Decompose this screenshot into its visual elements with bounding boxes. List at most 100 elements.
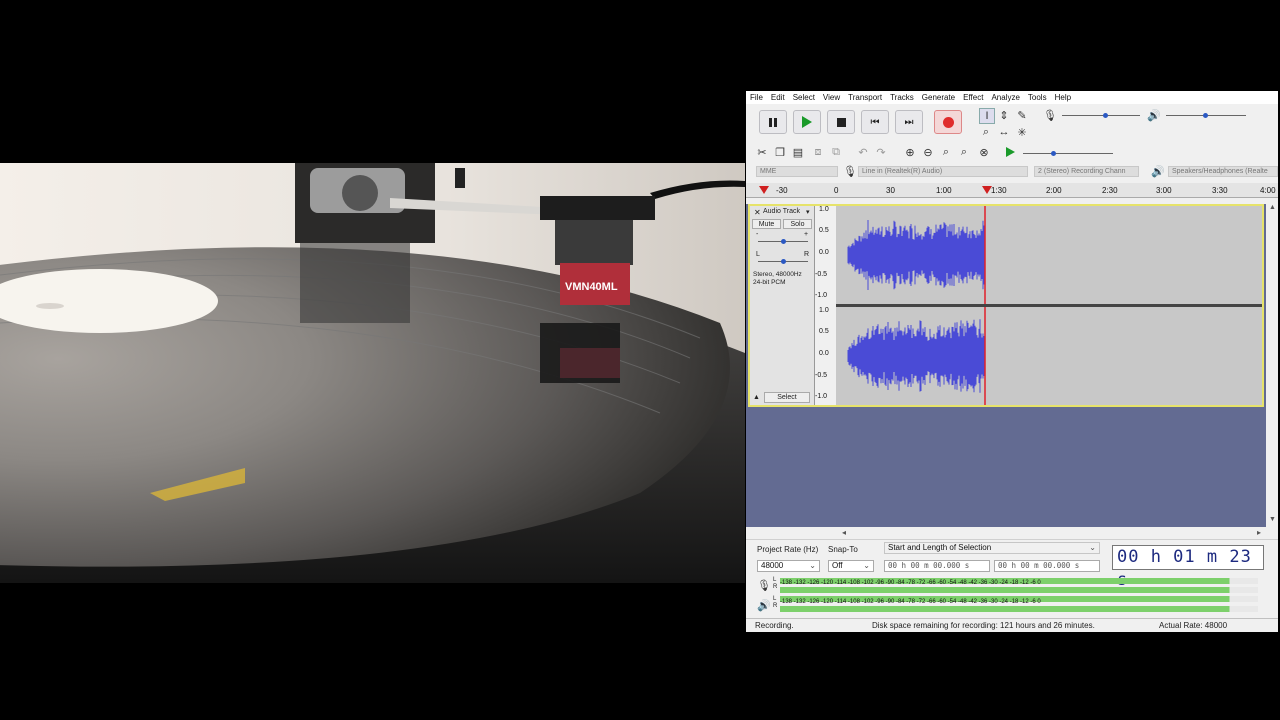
track-control-panel: ✕ Audio Track ▾ Mute Solo - + L R Stereo… [750, 206, 815, 405]
zoom-out-icon[interactable]: ⊖ [921, 145, 935, 159]
vertical-scrollbar[interactable]: ▲ ▼ [1266, 204, 1278, 527]
recording-device-select[interactable]: Line in (Realtek(R) Audio) [858, 166, 1028, 177]
recording-volume-slider[interactable] [1062, 115, 1140, 116]
collapse-track-icon[interactable]: ▲ [753, 394, 760, 401]
selection-start-field[interactable]: 00 h 00 m 00.000 s [884, 560, 990, 572]
solo-button[interactable]: Solo [783, 219, 812, 229]
play-button[interactable] [793, 110, 821, 134]
record-meter-right-bar[interactable] [780, 587, 1258, 593]
skip-to-start-button[interactable]: ⏮ [861, 110, 889, 134]
menu-help[interactable]: Help [1055, 93, 1071, 102]
status-state: Recording. [755, 621, 794, 630]
playback-meter-left-label: L [773, 596, 777, 602]
playback-meter-right-bar[interactable] [780, 606, 1258, 612]
ruler-tick: 3:30 [1212, 186, 1228, 195]
pause-button[interactable] [759, 110, 787, 134]
paste-icon[interactable]: ▤ [791, 145, 805, 159]
menu-view[interactable]: View [823, 93, 840, 102]
zoom-tool-icon[interactable]: ⌕ [979, 125, 993, 139]
fit-project-icon[interactable]: ⌕ [957, 145, 971, 159]
turntable-image: VMN40ML [0, 163, 745, 583]
menu-file[interactable]: File [750, 93, 763, 102]
waveform-right-svg [847, 307, 986, 405]
stop-button[interactable] [827, 110, 855, 134]
menu-edit[interactable]: Edit [771, 93, 785, 102]
play-at-speed-button[interactable] [1003, 145, 1017, 159]
track-select-button[interactable]: Select [764, 392, 810, 403]
time-display[interactable]: 00 h 01 m 23 s [1112, 545, 1264, 590]
selection-mode-select[interactable]: Start and Length of Selection ⌄ [884, 542, 1100, 554]
ruler-tick: -30 [776, 186, 788, 195]
waveform-left-channel[interactable] [836, 206, 1262, 304]
playback-meter-right-label: R [773, 603, 778, 609]
record-meter-left-label: L [773, 577, 777, 583]
menu-generate[interactable]: Generate [922, 93, 955, 102]
ruler-tick: 2:00 [1046, 186, 1062, 195]
audacity-window: File Edit Select View Transport Tracks G… [746, 91, 1278, 632]
scroll-right-icon[interactable]: ▸ [1257, 528, 1261, 537]
play-at-speed-icon [1005, 147, 1015, 157]
draw-tool-icon[interactable]: ✎ [1015, 108, 1029, 122]
envelope-tool-icon[interactable]: ⇕ [997, 108, 1011, 122]
vertical-scale-right-channel: 1.0 0.5 0.0 -0.5 -1.0 [815, 307, 829, 400]
track-menu-chevron-down-icon[interactable]: ▾ [806, 208, 810, 216]
play-speed-slider[interactable] [1023, 153, 1113, 154]
recording-volume-knob[interactable] [1103, 113, 1108, 118]
zoom-toggle-icon[interactable]: ⊗ [977, 145, 991, 159]
menu-analyze[interactable]: Analyze [991, 93, 1019, 102]
skip-start-icon: ⏮ [870, 116, 880, 128]
channels-select[interactable]: 2 (Stereo) Recording Chann [1034, 166, 1139, 177]
record-icon [942, 116, 954, 128]
horizontal-scrollbar[interactable]: ◂ ▸ [746, 528, 1266, 538]
close-track-icon[interactable]: ✕ [754, 208, 761, 217]
scroll-down-icon[interactable]: ▼ [1269, 516, 1276, 523]
playback-device-icon: 🔊 [1151, 165, 1165, 178]
trim-icon[interactable]: ⧈ [811, 145, 825, 159]
track-name-menu[interactable]: Audio Track [763, 208, 800, 215]
pause-icon [769, 117, 777, 127]
selection-mode-chevron-down-icon: ⌄ [1089, 543, 1096, 552]
menu-select[interactable]: Select [793, 93, 815, 102]
waveform-right-channel[interactable] [836, 307, 1262, 405]
playback-volume-knob[interactable] [1203, 113, 1208, 118]
turntable-video: VMN40ML [0, 163, 745, 583]
ruler-play-head-icon [759, 186, 769, 194]
zoom-in-icon[interactable]: ⊕ [903, 145, 917, 159]
cut-icon[interactable]: ✂ [755, 145, 769, 159]
playback-meter-speaker-icon[interactable]: 🔊 [757, 598, 771, 612]
scroll-up-icon[interactable]: ▲ [1269, 204, 1276, 211]
selection-length-field[interactable]: 00 h 00 m 00.000 s [994, 560, 1100, 572]
playback-device-select[interactable]: Speakers/Headphones (Realte [1168, 166, 1278, 177]
skip-to-end-button[interactable]: ⏭ [895, 110, 923, 134]
skip-end-icon: ⏭ [904, 116, 914, 128]
gain-knob[interactable] [781, 239, 786, 244]
audio-host-select[interactable]: MME [756, 166, 838, 177]
multi-tool-icon[interactable]: ✳ [1015, 125, 1029, 139]
record-button[interactable] [934, 110, 962, 134]
pan-right-label: R [804, 251, 810, 258]
undo-icon[interactable]: ↶ [856, 145, 870, 159]
time-shift-tool-icon[interactable]: ↔ [997, 125, 1011, 139]
ruler-tick: 1:30 [991, 186, 1007, 195]
pan-knob[interactable] [781, 259, 786, 264]
scroll-left-icon[interactable]: ◂ [842, 528, 846, 537]
mute-button[interactable]: Mute [752, 219, 781, 229]
silence-icon[interactable]: ⧉ [829, 145, 843, 159]
record-meter-microphone-icon[interactable]: 🎙 [757, 578, 771, 592]
menu-tracks[interactable]: Tracks [890, 93, 914, 102]
selection-tool-icon[interactable]: I [979, 108, 995, 124]
project-rate-select[interactable]: 48000 ⌄ [757, 560, 820, 572]
microphone-icon: 🎙 [1043, 109, 1057, 122]
track-format-info: Stereo, 48000Hz [753, 271, 802, 278]
menu-effect[interactable]: Effect [963, 93, 983, 102]
menu-tools[interactable]: Tools [1028, 93, 1047, 102]
redo-icon[interactable]: ↷ [874, 145, 888, 159]
menu-bar: File Edit Select View Transport Tracks G… [746, 91, 1278, 104]
timeline-ruler[interactable]: -30 0 30 1:00 1:30 2:00 2:30 3:00 3:30 4… [746, 183, 1278, 198]
snap-to-select[interactable]: Off ⌄ [828, 560, 874, 572]
play-speed-knob[interactable] [1051, 151, 1056, 156]
speaker-icon: 🔊 [1147, 109, 1161, 122]
menu-transport[interactable]: Transport [848, 93, 882, 102]
fit-selection-icon[interactable]: ⌕ [939, 145, 953, 159]
copy-icon[interactable]: ❐ [773, 145, 787, 159]
